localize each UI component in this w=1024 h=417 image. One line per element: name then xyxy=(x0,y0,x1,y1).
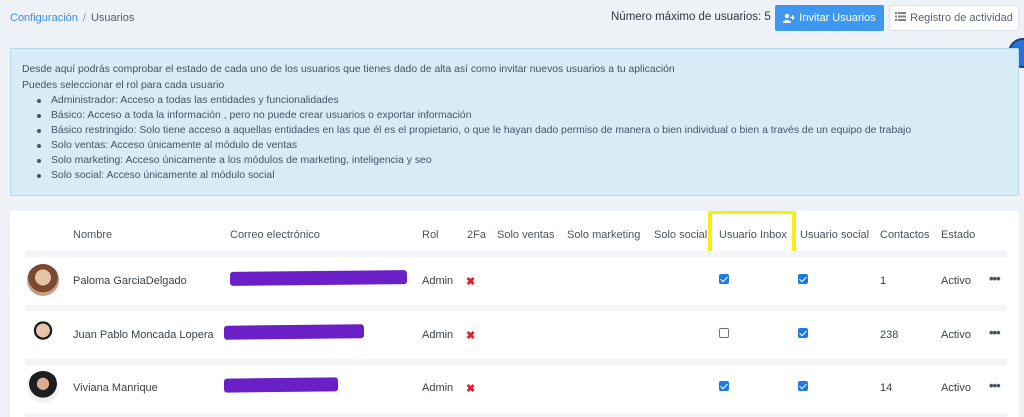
col-header-2fa[interactable]: 2Fa xyxy=(467,229,486,241)
col-header-nombre[interactable]: Nombre xyxy=(73,229,112,241)
row-divider xyxy=(25,413,1007,417)
role-item: Solo social: Acceso únicamente al módulo… xyxy=(37,168,1018,183)
breadcrumb-current: Usuarios xyxy=(90,12,135,24)
user-name: Paloma GarciaDelgado xyxy=(73,275,187,287)
roles-list: Administrador: Acceso a todas las entida… xyxy=(37,93,1018,183)
col-header-contactos[interactable]: Contactos xyxy=(880,229,930,241)
role-item: Administrador: Acceso a todas las entida… xyxy=(37,93,1018,108)
table-row[interactable]: Viviana Manrique Admin ✖ 14 Activo ••• xyxy=(25,365,1007,413)
user-role[interactable]: Admin xyxy=(422,275,453,287)
invite-users-button[interactable]: Invitar Usuarios xyxy=(775,5,884,31)
contacts-count: 1 xyxy=(880,275,887,287)
invite-users-label: Invitar Usuarios xyxy=(799,12,876,24)
email-redacted xyxy=(223,377,339,393)
contacts-count: 14 xyxy=(880,382,893,394)
info-box: Desde aquí podrás comprobar el estado de… xyxy=(10,48,1019,196)
row-actions-menu[interactable]: ••• xyxy=(989,325,1001,340)
avatar xyxy=(27,371,59,403)
avatar xyxy=(27,319,59,351)
user-plus-icon xyxy=(783,13,796,23)
list-icon xyxy=(895,12,907,24)
col-header-rol[interactable]: Rol xyxy=(422,229,439,241)
breadcrumb-separator: / xyxy=(82,12,86,24)
top-bar: Configuración / Usuarios Número máximo de … xyxy=(0,0,1024,68)
max-users-label: Número máximo de usuarios: 5 xyxy=(611,11,771,23)
usuario-inbox-checkbox[interactable] xyxy=(719,381,729,391)
avatar xyxy=(27,264,59,296)
twofa-disabled-icon: ✖ xyxy=(466,276,476,288)
user-status: Activo xyxy=(941,275,971,287)
role-item: Solo ventas: Acceso únicamente al módulo… xyxy=(37,138,1018,153)
col-header-solo-ventas[interactable]: Solo ventas xyxy=(497,229,554,241)
user-name: Viviana Manrique xyxy=(73,382,158,394)
usuario-social-checkbox[interactable] xyxy=(798,274,808,284)
info-role-prompt: Puedes seleccionar el rol para cada usua… xyxy=(22,80,225,91)
user-status: Activo xyxy=(941,329,971,341)
row-actions-menu[interactable]: ••• xyxy=(989,378,1001,393)
user-name: Juan Pablo Moncada Lopera xyxy=(73,329,214,341)
user-role[interactable]: Admin xyxy=(422,329,453,341)
email-redacted xyxy=(229,270,408,286)
col-header-estado[interactable]: Estado xyxy=(941,229,975,241)
usuario-inbox-checkbox[interactable] xyxy=(719,274,729,284)
twofa-disabled-icon: ✖ xyxy=(466,383,476,395)
row-actions-menu[interactable]: ••• xyxy=(989,271,1001,286)
activity-log-label: Registro de actividad xyxy=(910,12,1013,24)
activity-log-button[interactable]: Registro de actividad xyxy=(889,5,1019,31)
role-item: Solo marketing: Acceso únicamente a los … xyxy=(37,153,1018,168)
breadcrumb-configuracion-link[interactable]: Configuración xyxy=(10,12,78,24)
col-header-solo-social[interactable]: Solo social xyxy=(654,229,707,241)
col-header-correo[interactable]: Correo electrónico xyxy=(230,229,320,241)
twofa-disabled-icon: ✖ xyxy=(466,330,476,342)
breadcrumb: Configuración / Usuarios xyxy=(10,12,134,24)
col-header-solo-marketing[interactable]: Solo marketing xyxy=(567,229,640,241)
role-item: Básico restringido: Solo tiene acceso a … xyxy=(37,123,1018,138)
role-item: Básico: Acceso a toda la información , p… xyxy=(37,108,1018,123)
contacts-count: 238 xyxy=(880,329,899,341)
user-role[interactable]: Admin xyxy=(422,382,453,394)
user-status: Activo xyxy=(941,382,971,394)
usuario-social-checkbox[interactable] xyxy=(798,328,808,338)
info-intro: Desde aquí podrás comprobar el estado de… xyxy=(22,64,675,75)
col-header-usuario-social[interactable]: Usuario social xyxy=(800,229,869,241)
table-row[interactable]: Paloma GarciaDelgado Admin ✖ 1 Activo ••… xyxy=(25,257,1007,305)
table-row[interactable]: Juan Pablo Moncada Lopera Admin ✖ 238 Ac… xyxy=(25,311,1007,359)
usuario-social-checkbox[interactable] xyxy=(798,381,808,391)
email-redacted xyxy=(223,324,365,340)
usuario-inbox-checkbox[interactable] xyxy=(719,328,729,338)
